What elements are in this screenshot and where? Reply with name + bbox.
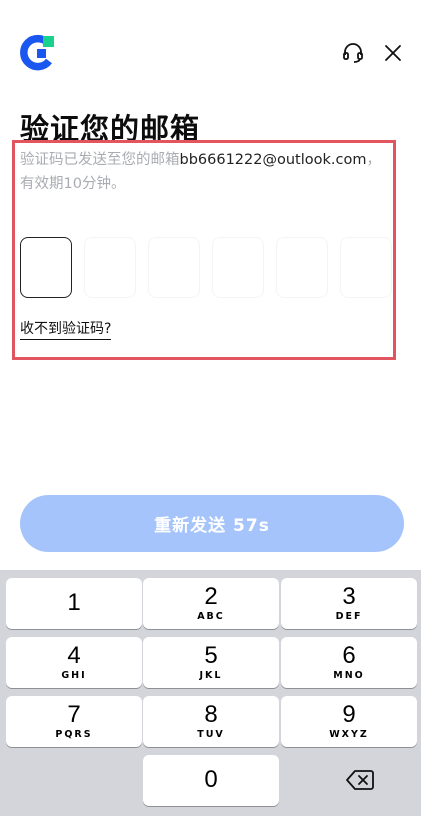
key-2-number: 2 bbox=[204, 583, 218, 610]
highlight-frame bbox=[12, 140, 396, 360]
headset-icon[interactable] bbox=[342, 42, 364, 64]
key-5[interactable]: 5 JKL bbox=[143, 637, 279, 688]
key-4[interactable]: 4 GHI bbox=[6, 637, 142, 688]
key-3-letters: DEF bbox=[335, 611, 363, 622]
backspace-icon[interactable] bbox=[346, 769, 374, 791]
key-9-letters: WXYZ bbox=[329, 729, 369, 740]
key-9[interactable]: 9 WXYZ bbox=[281, 696, 417, 747]
brand-logo-icon bbox=[20, 34, 54, 71]
key-2[interactable]: 2 ABC bbox=[143, 578, 279, 629]
key-2-letters: ABC bbox=[197, 611, 225, 622]
key-8-letters: TUV bbox=[197, 729, 225, 740]
top-bar bbox=[0, 0, 421, 100]
key-8[interactable]: 8 TUV bbox=[143, 696, 279, 747]
key-1-number: 1 bbox=[67, 589, 81, 616]
key-3[interactable]: 3 DEF bbox=[281, 578, 417, 629]
key-8-number: 8 bbox=[204, 701, 218, 728]
key-4-letters: GHI bbox=[61, 670, 87, 681]
key-4-number: 4 bbox=[67, 642, 81, 669]
key-7[interactable]: 7 PQRS bbox=[6, 696, 142, 747]
close-icon[interactable] bbox=[384, 44, 402, 62]
key-6-number: 6 bbox=[342, 642, 356, 669]
key-7-letters: PQRS bbox=[55, 729, 93, 740]
key-3-number: 3 bbox=[342, 583, 356, 610]
key-1[interactable]: 1 bbox=[6, 578, 142, 629]
key-0-number: 0 bbox=[204, 766, 218, 793]
key-7-number: 7 bbox=[67, 701, 81, 728]
key-5-number: 5 bbox=[204, 642, 218, 669]
resend-code-button[interactable]: 重新发送 57s bbox=[20, 495, 404, 552]
key-6-letters: MNO bbox=[333, 670, 365, 681]
key-6[interactable]: 6 MNO bbox=[281, 637, 417, 688]
key-9-number: 9 bbox=[342, 701, 356, 728]
key-0[interactable]: 0 bbox=[143, 755, 279, 806]
key-5-letters: JKL bbox=[199, 670, 223, 681]
